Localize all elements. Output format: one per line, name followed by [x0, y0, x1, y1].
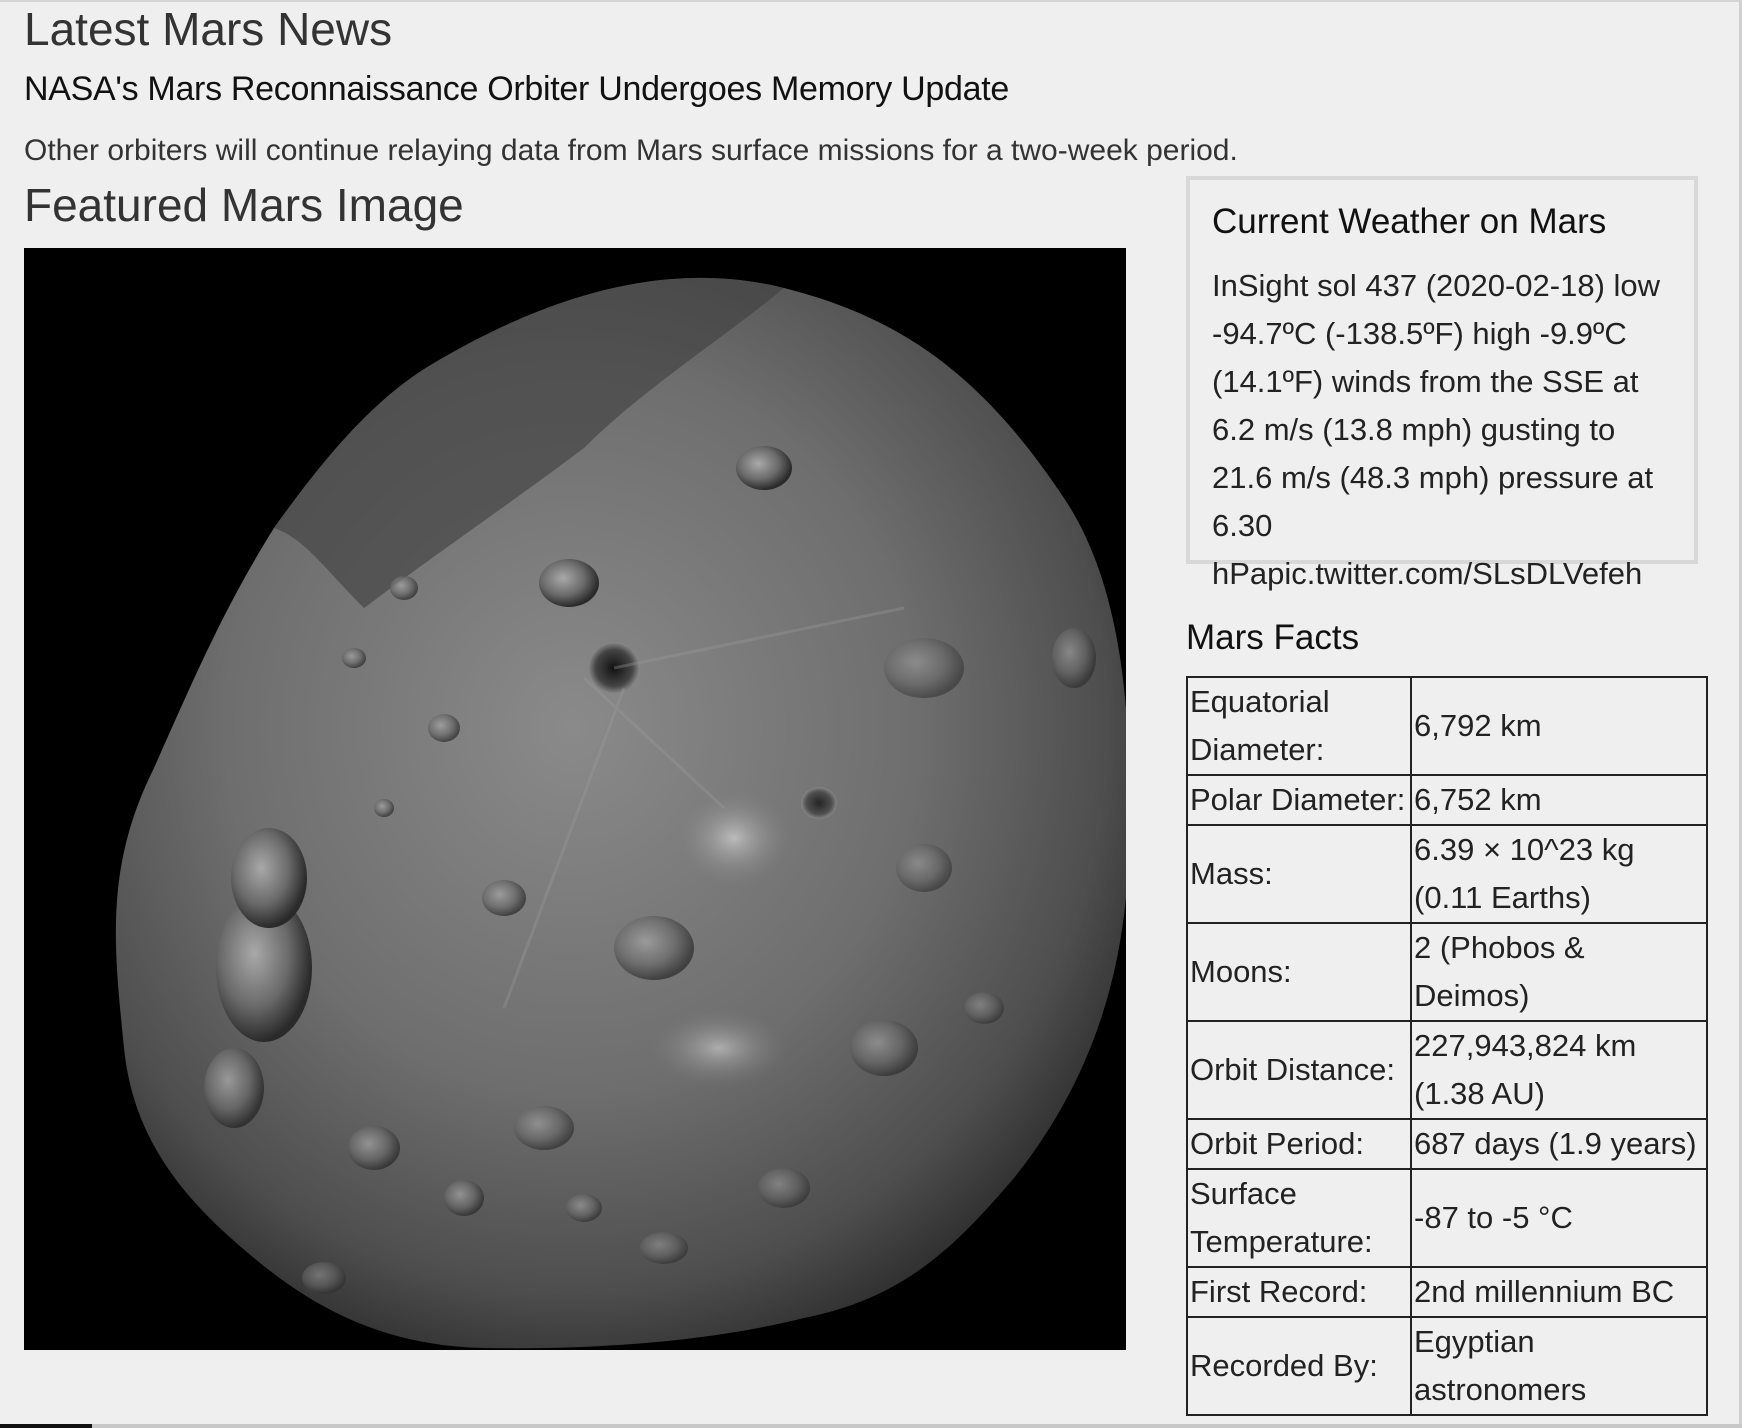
- fact-value: Egyptian astronomers: [1410, 1316, 1708, 1416]
- fact-label: Polar Diameter:: [1186, 774, 1412, 826]
- featured-section-title: Featured Mars Image: [24, 179, 464, 231]
- news-teaser: Other orbiters will continue relaying da…: [24, 134, 1238, 167]
- table-row: Orbit Period: 687 days (1.9 years): [1186, 1118, 1708, 1170]
- fact-label: Surface Temperature:: [1186, 1168, 1412, 1268]
- window-bottom-border: [0, 1424, 1742, 1428]
- news-headline-link[interactable]: NASA's Mars Reconnaissance Orbiter Under…: [24, 70, 1009, 109]
- facts-title: Mars Facts: [1186, 618, 1360, 657]
- weather-title: Current Weather on Mars: [1212, 202, 1607, 241]
- fact-label: Orbit Distance:: [1186, 1020, 1412, 1120]
- table-row: First Record: 2nd millennium BC: [1186, 1266, 1708, 1318]
- table-row: Mass: 6.39 × 10^23 kg (0.11 Earths): [1186, 824, 1708, 924]
- table-row: Equatorial Diameter: 6,792 km: [1186, 676, 1708, 776]
- fact-label: Mass:: [1186, 824, 1412, 924]
- news-section-title: Latest Mars News: [24, 3, 393, 55]
- fact-value: 6.39 × 10^23 kg (0.11 Earths): [1410, 824, 1708, 924]
- fact-label: Recorded By:: [1186, 1316, 1412, 1416]
- window-bottom-corner: [0, 1424, 92, 1428]
- table-row: Surface Temperature: -87 to -5 °C: [1186, 1168, 1708, 1268]
- asteroid-image: [24, 248, 1126, 1350]
- fact-label: Orbit Period:: [1186, 1118, 1412, 1170]
- fact-value: 227,943,824 km (1.38 AU): [1410, 1020, 1708, 1120]
- table-row: Polar Diameter: 6,752 km: [1186, 774, 1708, 826]
- weather-card: Current Weather on Mars InSight sol 437 …: [1186, 176, 1698, 591]
- featured-image[interactable]: [24, 248, 1126, 1350]
- fact-value: 2nd millennium BC: [1410, 1266, 1708, 1318]
- fact-label: Moons:: [1186, 922, 1412, 1022]
- table-row: Recorded By: Egyptian astronomers: [1186, 1316, 1708, 1416]
- table-row: Moons: 2 (Phobos & Deimos): [1186, 922, 1708, 1022]
- fact-value: 2 (Phobos & Deimos): [1410, 922, 1708, 1022]
- fact-value: -87 to -5 °C: [1410, 1168, 1708, 1268]
- fact-label: Equatorial Diameter:: [1186, 676, 1412, 776]
- weather-report-text: InSight sol 437 (2020-02-18) low -94.7ºC…: [1212, 268, 1661, 591]
- fact-value: 6,792 km: [1410, 676, 1708, 776]
- table-row: Orbit Distance: 227,943,824 km (1.38 AU): [1186, 1020, 1708, 1120]
- fact-label: First Record:: [1186, 1266, 1412, 1318]
- fact-value: 687 days (1.9 years): [1410, 1118, 1708, 1170]
- fact-value: 6,752 km: [1410, 774, 1708, 826]
- mars-facts-table: Equatorial Diameter: 6,792 km Polar Diam…: [1186, 676, 1708, 1416]
